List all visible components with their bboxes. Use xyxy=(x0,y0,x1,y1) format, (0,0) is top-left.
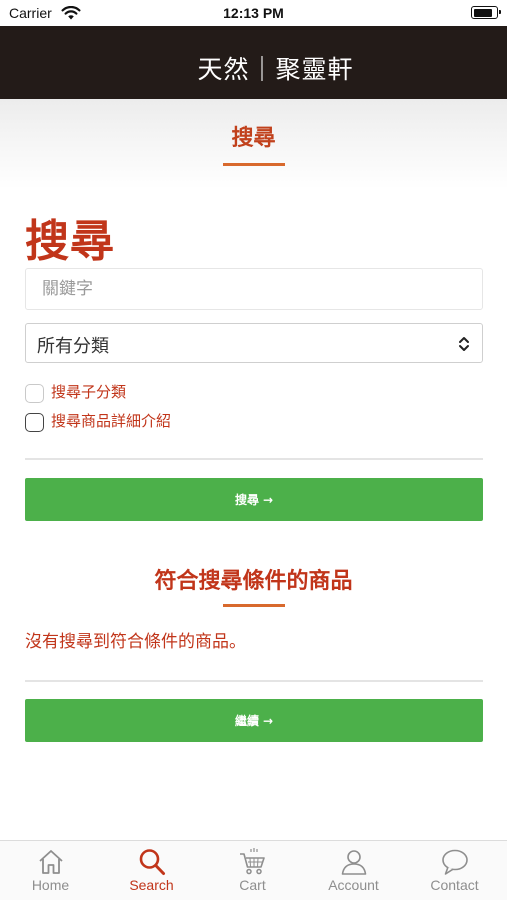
chat-bubble-icon xyxy=(442,849,468,875)
tab-home[interactable]: Home xyxy=(0,841,101,900)
tab-cart[interactable]: Cart xyxy=(202,841,303,900)
description-option[interactable]: 搜尋商品詳細介紹 xyxy=(25,409,171,432)
battery-icon xyxy=(471,6,501,19)
cart-icon xyxy=(240,848,265,875)
tab-contact-label: Contact xyxy=(430,877,479,893)
arrow-right-icon: → xyxy=(262,713,274,728)
account-icon xyxy=(341,850,367,875)
tab-cart-label: Cart xyxy=(239,877,266,893)
description-label: 搜尋商品詳細介紹 xyxy=(51,412,172,430)
continue-button-label: 繼續 xyxy=(234,714,259,728)
results-underline xyxy=(223,604,285,607)
app-header: 天然｜聚靈軒 xyxy=(0,26,507,99)
continue-button[interactable]: 繼續 → xyxy=(25,699,483,742)
clock: 12:13 PM xyxy=(223,5,284,21)
status-bar: Carrier 12:13 PM xyxy=(0,0,507,26)
brand-title: 天然｜聚靈軒 xyxy=(197,55,354,84)
empty-results-message: 沒有搜尋到符合條件的商品。 xyxy=(25,632,246,652)
divider xyxy=(25,458,483,460)
tab-account-label: Account xyxy=(328,877,379,893)
category-selected-value: 所有分類 xyxy=(37,336,109,357)
title-underline xyxy=(223,163,285,166)
battery-level xyxy=(473,8,493,17)
search-heading: 搜尋 xyxy=(25,216,115,267)
results-title: 符合搜尋條件的商品 xyxy=(154,569,353,594)
home-icon xyxy=(39,850,63,874)
tab-contact[interactable]: Contact xyxy=(404,841,505,900)
subcategory-label: 搜尋子分類 xyxy=(51,383,127,401)
page-title-band: 搜尋 xyxy=(0,99,507,189)
keyword-input[interactable] xyxy=(25,268,483,310)
divider xyxy=(25,680,483,682)
tab-search-label: Search xyxy=(129,877,174,893)
tab-account[interactable]: Account xyxy=(303,841,404,900)
arrow-right-icon: → xyxy=(262,492,274,507)
category-select[interactable]: 所有分類 xyxy=(25,323,483,363)
search-icon xyxy=(139,849,165,875)
tab-bar: Home Search Cart Account Contact xyxy=(0,840,507,900)
tab-home-label: Home xyxy=(31,877,70,893)
search-button[interactable]: 搜尋 → xyxy=(25,478,483,521)
description-checkbox[interactable] xyxy=(25,413,44,432)
subcategory-option[interactable]: 搜尋子分類 xyxy=(25,380,126,403)
tab-search[interactable]: Search xyxy=(101,841,202,900)
subcategory-checkbox[interactable] xyxy=(25,384,44,403)
search-button-label: 搜尋 xyxy=(234,493,259,507)
page-title: 搜尋 xyxy=(231,126,276,151)
chevron-up-down-icon xyxy=(459,337,469,351)
